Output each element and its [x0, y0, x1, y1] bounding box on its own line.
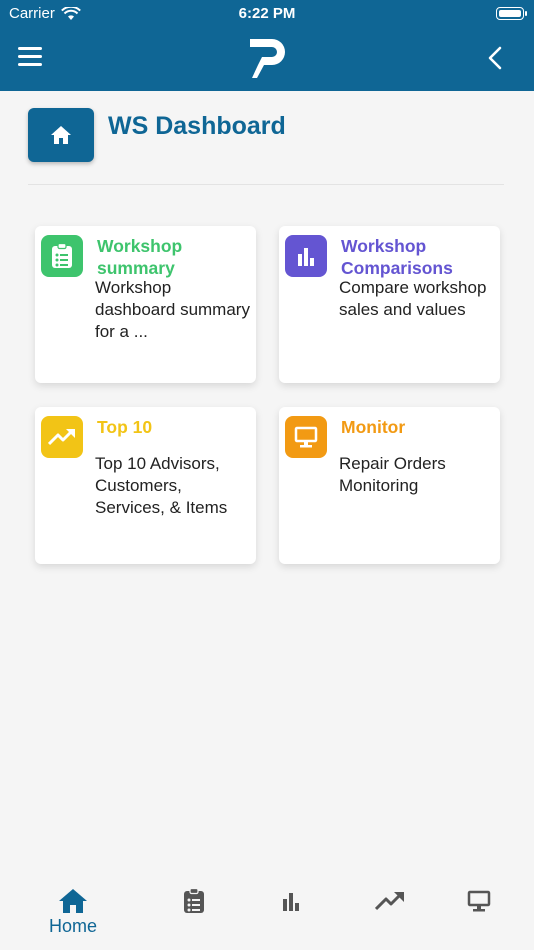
monitor-icon [467, 890, 491, 912]
app-logo [250, 39, 285, 78]
card-description: Repair Orders Monitoring [339, 454, 446, 495]
card-icon-tile [285, 416, 327, 458]
trending-up-icon [48, 428, 75, 446]
card-workshop-summary[interactable]: Workshop summary Workshop dashboard summ… [35, 226, 256, 383]
card-title: Top 10 [97, 417, 153, 437]
clipboard-list-icon [184, 888, 204, 913]
tab-monitor[interactable] [439, 888, 519, 944]
home-tile[interactable] [28, 108, 94, 162]
tab-home[interactable]: Home [33, 888, 113, 944]
card-description: Top 10 Advisors, Customers, Services, & … [95, 454, 228, 517]
bar-chart-icon [283, 893, 299, 911]
monitor-icon [294, 426, 318, 448]
bottom-tab-bar: Home [0, 880, 534, 950]
tab-comparisons[interactable] [251, 888, 331, 944]
app-header: Carrier 6:22 PM [0, 0, 534, 91]
divider [28, 184, 504, 185]
chevron-left-icon [488, 46, 502, 70]
clipboard-list-icon [52, 243, 72, 268]
tab-top-10[interactable] [350, 888, 430, 944]
card-icon-tile [41, 235, 83, 277]
bar-chart-icon [298, 248, 314, 266]
card-icon-tile [285, 235, 327, 277]
page-title: WS Dashboard [108, 112, 286, 140]
card-description: Workshop dashboard summary for a ... [95, 278, 250, 341]
card-monitor[interactable]: Monitor Repair Orders Monitoring [279, 407, 500, 564]
card-title: Workshop summary [97, 236, 183, 278]
trending-up-icon [375, 891, 404, 911]
back-button[interactable] [484, 45, 508, 71]
battery-icon [496, 7, 527, 20]
card-description: Compare workshop sales and values [339, 278, 487, 319]
tab-label: Home [48, 916, 97, 936]
status-bar: Carrier 6:22 PM [0, 0, 534, 28]
card-title: Workshop Comparisons [341, 236, 453, 278]
card-top-10[interactable]: Top 10 Top 10 Advisors, Customers, Servi… [35, 407, 256, 564]
home-icon [51, 126, 71, 144]
home-icon [59, 889, 87, 913]
card-icon-tile [41, 416, 83, 458]
tab-summary[interactable] [154, 888, 234, 944]
page-title-row: WS Dashboard [28, 108, 504, 168]
menu-icon [18, 47, 42, 50]
menu-button[interactable] [18, 44, 44, 70]
card-title: Monitor [341, 417, 406, 437]
card-workshop-comparisons[interactable]: Workshop Comparisons Compare workshop sa… [279, 226, 500, 383]
status-time: 6:22 PM [238, 5, 296, 22]
